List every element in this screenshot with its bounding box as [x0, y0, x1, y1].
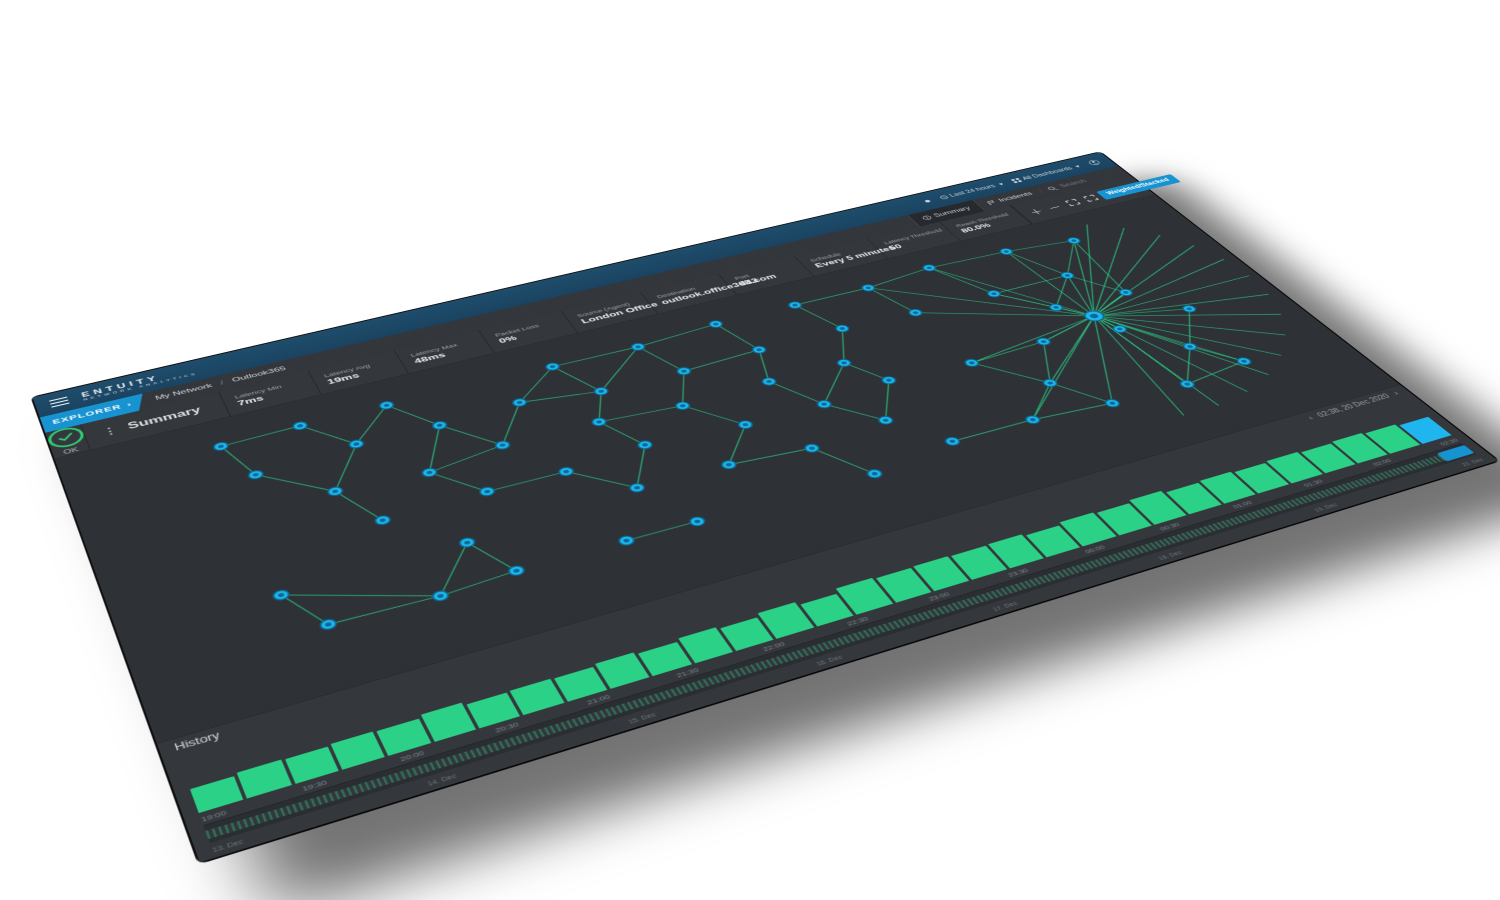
status-dot-icon[interactable]: [924, 200, 931, 203]
history-bar-chart[interactable]: [163, 396, 1464, 821]
app-window: ENTUITY NETWORK ANALYTICS Last 24 hours …: [33, 152, 1498, 862]
history-scrubber[interactable]: [203, 443, 1476, 843]
scrub-day-label: 19. Dec: [1314, 503, 1339, 513]
history-scrubber-labels: 13. Dec 14. Dec 15. Dec 16. Dec 17. Dec 18. D…: [197, 455, 1498, 863]
weighted-stacked-label: Weighted/Stacked: [1105, 177, 1171, 196]
clock-icon: [938, 195, 950, 200]
dashboards-icon: [1011, 178, 1023, 183]
scrub-day-label: 14. Dec: [427, 773, 458, 787]
scrub-day-label: 16. Dec: [816, 655, 844, 667]
search-icon: [1046, 185, 1059, 191]
scrub-day-label: 20. Dec: [1461, 458, 1485, 468]
hamburger-menu-icon[interactable]: [49, 397, 70, 408]
history-prev-icon[interactable]: ‹: [1306, 415, 1315, 421]
history-next-icon[interactable]: ›: [1391, 390, 1401, 396]
kebab-menu-icon[interactable]: ⋮: [100, 424, 120, 438]
user-avatar-icon[interactable]: [1086, 159, 1102, 166]
status-label: OK: [63, 447, 80, 456]
breadcrumb-separator: /: [219, 380, 225, 386]
scrub-day-label: 15. Dec: [628, 712, 658, 725]
flag-icon: [986, 200, 998, 205]
history-axis: 19:0019:3020:0020:3021:0021:3022:0022:30…: [185, 434, 1471, 829]
scrub-day-label: 17. Dec: [992, 601, 1019, 613]
scrub-day-label: 18. Dec: [1158, 550, 1184, 561]
history-panel: History ‹ 02:38, 20 Dec 2020 › 19:0019:3…: [157, 384, 1498, 862]
scrub-day-label: 13. Dec: [212, 839, 245, 854]
info-icon: [921, 215, 933, 221]
